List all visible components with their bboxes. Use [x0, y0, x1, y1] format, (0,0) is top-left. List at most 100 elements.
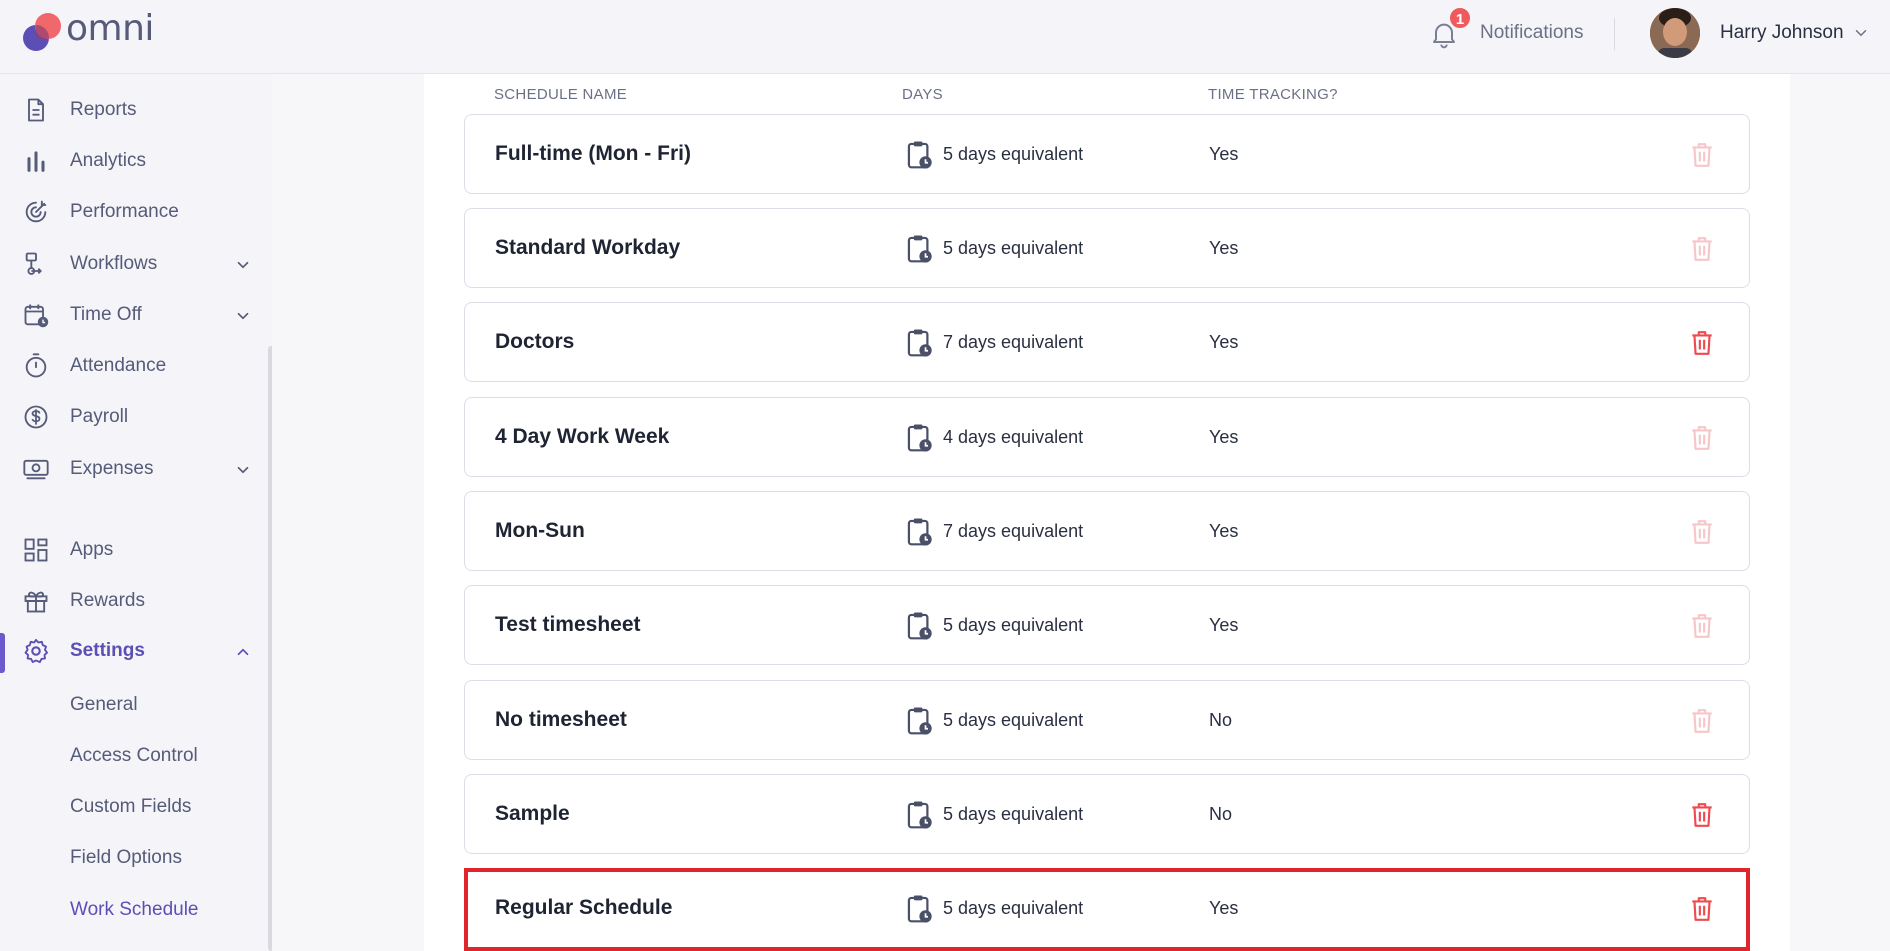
clipboard-clock-icon: [907, 518, 932, 546]
sidebar-item-payroll[interactable]: Payroll: [0, 395, 268, 439]
chevron-up-icon[interactable]: [234, 643, 252, 661]
stopwatch-icon: [25, 353, 47, 378]
bar-chart-icon: [27, 151, 45, 172]
schedule-name[interactable]: Doctors: [495, 330, 574, 354]
settings-sub-general[interactable]: General: [70, 694, 138, 716]
settings-sub-custom-fields[interactable]: Custom Fields: [70, 796, 191, 818]
schedule-time-tracking: Yes: [1209, 898, 1239, 918]
clipboard-clock-icon: [907, 612, 932, 640]
notifications-label[interactable]: Notifications: [1480, 22, 1584, 44]
performance-icon: [25, 200, 47, 223]
trash-icon[interactable]: [1689, 329, 1715, 357]
sidebar-item-analytics[interactable]: Analytics: [0, 139, 268, 183]
sidebar-item-label: Workflows: [70, 253, 158, 274]
schedule-name[interactable]: Regular Schedule: [495, 896, 672, 920]
table-row[interactable]: Standard Workday 5 days equivalent Yes: [464, 208, 1750, 288]
avatar[interactable]: [1650, 8, 1700, 58]
schedule-name[interactable]: Full-time (Mon - Fri): [495, 142, 691, 166]
schedule-days: 5 days equivalent: [943, 898, 1084, 918]
sidebar-item-workflows[interactable]: Workflows: [0, 242, 268, 286]
table-row[interactable]: Full-time (Mon - Fri) 5 days equivalent Ye…: [464, 114, 1750, 194]
schedule-days: 7 days equivalent: [943, 332, 1084, 352]
schedule-days: 4 days equivalent: [943, 427, 1084, 447]
sidebar: Reports Analytics Performance Workflows …: [0, 74, 272, 951]
settings-sub-work-schedule[interactable]: Work Schedule: [70, 899, 199, 921]
report-icon: [28, 98, 44, 122]
clipboard-clock-icon: [907, 329, 932, 357]
table-row[interactable]: Mon-Sun 7 days equivalent Yes: [464, 491, 1750, 571]
chevron-down-icon[interactable]: [234, 307, 252, 325]
clipboard-clock-icon: [907, 801, 932, 829]
notification-badge: 1: [1448, 6, 1472, 30]
money-icon: [23, 459, 49, 480]
schedule-days: 5 days equivalent: [943, 238, 1084, 258]
trash-icon: [1692, 426, 1712, 450]
schedule-time-tracking: Yes: [1209, 521, 1239, 541]
apps-grid-icon: [24, 538, 48, 562]
settings-sub-access-control[interactable]: Access Control: [70, 745, 198, 767]
schedule-name[interactable]: Mon-Sun: [495, 519, 585, 543]
chevron-down-icon[interactable]: [234, 256, 252, 274]
sidebar-item-attendance[interactable]: Attendance: [0, 344, 268, 388]
schedule-name[interactable]: No timesheet: [495, 708, 627, 732]
trash-icon: [1692, 520, 1712, 544]
calendar-clock-icon: [24, 304, 49, 328]
trash-icon[interactable]: [1689, 801, 1715, 829]
sidebar-item-label: Expenses: [70, 458, 154, 479]
trash-icon[interactable]: [1689, 895, 1715, 923]
schedule-time-tracking: Yes: [1209, 332, 1239, 352]
schedule-days: 7 days equivalent: [943, 521, 1084, 541]
trash-icon: [1692, 614, 1712, 638]
logo-text: omni: [66, 8, 154, 49]
sidebar-item-label: Settings: [70, 640, 145, 661]
table-row[interactable]: No timesheet 5 days equivalent No: [464, 680, 1750, 760]
schedule-days: 5 days equivalent: [943, 615, 1084, 635]
column-header-days: DAYS: [902, 86, 943, 103]
gift-icon: [24, 591, 48, 613]
sidebar-item-time-off[interactable]: Time Off: [0, 293, 268, 337]
table-row[interactable]: Test timesheet 5 days equivalent Yes: [464, 585, 1750, 665]
schedule-name[interactable]: Test timesheet: [495, 613, 641, 637]
clipboard-clock-icon: [907, 141, 932, 169]
chevron-down-icon[interactable]: [234, 461, 252, 479]
sidebar-item-settings[interactable]: Settings: [0, 629, 268, 673]
trash-icon: [1692, 143, 1712, 167]
schedule-time-tracking: Yes: [1209, 238, 1239, 258]
sidebar-item-reports[interactable]: Reports: [0, 88, 268, 132]
user-name[interactable]: Harry Johnson: [1720, 22, 1844, 44]
schedule-name[interactable]: Standard Workday: [495, 236, 680, 260]
sidebar-item-apps[interactable]: Apps: [0, 528, 268, 572]
active-indicator: [0, 633, 5, 673]
sidebar-item-label: Time Off: [70, 304, 142, 325]
schedule-days: 5 days equivalent: [943, 804, 1084, 824]
sidebar-item-rewards[interactable]: Rewards: [0, 579, 268, 623]
avatar-portrait: [1650, 8, 1700, 58]
sidebar-item-performance[interactable]: Performance: [0, 190, 268, 234]
header-divider: [1614, 18, 1615, 50]
sidebar-item-expenses[interactable]: Expenses: [0, 447, 268, 491]
chevron-down-icon[interactable]: [1852, 24, 1870, 42]
sidebar-item-label: Attendance: [70, 355, 167, 376]
table-row[interactable]: Doctors 7 days equivalent Yes: [464, 302, 1750, 382]
sidebar-item-label: Payroll: [70, 406, 129, 427]
schedule-time-tracking: No: [1209, 710, 1233, 730]
clipboard-clock-icon: [907, 707, 932, 735]
table-row[interactable]: Regular Schedule 5 days equivalent Yes: [464, 868, 1750, 951]
schedule-time-tracking: Yes: [1209, 427, 1239, 447]
sidebar-item-label: Rewards: [70, 590, 145, 611]
column-header-time-tracking: TIME TRACKING?: [1208, 86, 1338, 103]
dollar-icon: [24, 405, 48, 429]
top-bar: omni 1 Notifications Harry Johnson: [0, 0, 1890, 74]
trash-icon: [1692, 237, 1712, 261]
settings-sub-field-options[interactable]: Field Options: [70, 847, 182, 869]
table-row[interactable]: 4 Day Work Week 4 days equivalent Yes: [464, 397, 1750, 477]
clipboard-clock-icon: [907, 235, 932, 263]
schedule-days: 5 days equivalent: [943, 144, 1084, 164]
schedule-name[interactable]: 4 Day Work Week: [495, 425, 669, 449]
schedule-name[interactable]: Sample: [495, 802, 570, 826]
trash-icon: [1692, 709, 1712, 733]
table-row[interactable]: Sample 5 days equivalent No: [464, 774, 1750, 854]
sidebar-item-label: Analytics: [70, 150, 147, 171]
schedule-time-tracking: Yes: [1209, 144, 1239, 164]
schedule-days: 5 days equivalent: [943, 710, 1084, 730]
